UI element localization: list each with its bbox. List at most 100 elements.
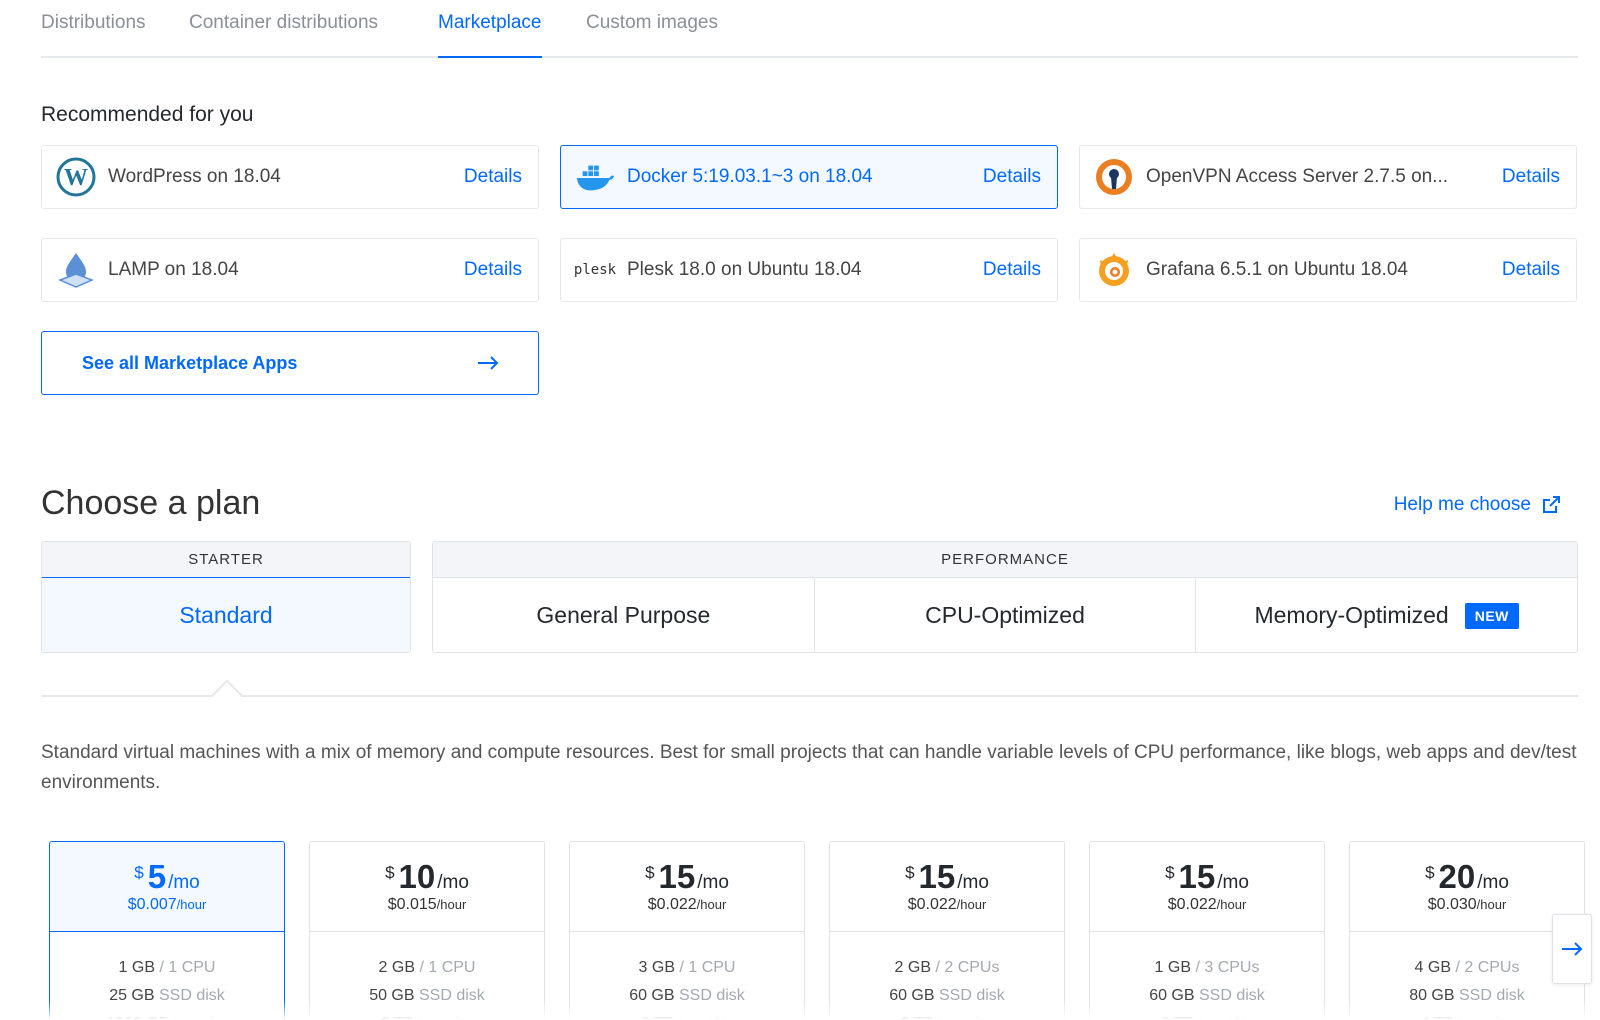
hourly-unit: /hour bbox=[1476, 897, 1507, 912]
price-period: /mo bbox=[1217, 872, 1249, 893]
app-card-openvpn[interactable]: OpenVPN Access Server 2.7.5 on... Detail… bbox=[1079, 145, 1577, 209]
price-period: /mo bbox=[437, 872, 469, 893]
app-card-lamp[interactable]: LAMP on 18.04 Details bbox=[41, 238, 539, 302]
external-link-icon bbox=[1543, 496, 1560, 513]
hourly-amount: $0.030 bbox=[1427, 896, 1477, 913]
spec-cpu: / 3 CPUs bbox=[1195, 959, 1260, 976]
next-plans-button[interactable] bbox=[1552, 914, 1592, 984]
tab-custom-images[interactable]: Custom images bbox=[586, 12, 718, 58]
currency-symbol: $ bbox=[1425, 863, 1435, 882]
monthly-price: $ 5 /mo bbox=[50, 858, 284, 896]
price-period: /mo bbox=[957, 872, 989, 893]
grafana-icon bbox=[1094, 250, 1134, 290]
price-period: /mo bbox=[697, 872, 729, 893]
spec-memory: 1 GB bbox=[1154, 959, 1191, 976]
wordpress-icon: W bbox=[56, 157, 96, 197]
help-me-choose-link[interactable]: Help me choose bbox=[1394, 494, 1561, 516]
monthly-price: $ 10 /mo bbox=[310, 858, 544, 896]
plan-cpu-optimized[interactable]: CPU-Optimized bbox=[815, 578, 1197, 652]
monthly-price: $ 15 /mo bbox=[570, 858, 804, 896]
app-name: Plesk 18.0 on Ubuntu 18.04 bbox=[627, 259, 862, 280]
image-tabs: Distributions Container distributions Ma… bbox=[41, 0, 1578, 58]
hourly-amount: $0.022 bbox=[647, 896, 697, 913]
hourly-price: $0.022/hour bbox=[830, 896, 1064, 914]
app-card-grafana[interactable]: Grafana 6.5.1 on Ubuntu 18.04 Details bbox=[1079, 238, 1577, 302]
details-link[interactable]: Details bbox=[464, 259, 522, 281]
price-header: $ 20 /mo $0.030/hour bbox=[1350, 842, 1584, 932]
price-amount: 5 bbox=[147, 858, 167, 895]
arrow-right-icon bbox=[478, 356, 499, 370]
performance-plan-group: PERFORMANCE General Purpose CPU-Optimize… bbox=[432, 541, 1578, 653]
spec-memory: 4 GB bbox=[1414, 959, 1451, 976]
price-card[interactable]: $ 15 /mo $0.022/hour 2 GB / 2 CPUs 60 GB… bbox=[829, 841, 1065, 1020]
plesk-logo-text: plesk bbox=[573, 262, 617, 278]
currency-symbol: $ bbox=[1165, 863, 1175, 882]
app-card-plesk[interactable]: plesk Plesk 18.0 on Ubuntu 18.04 Details bbox=[560, 238, 1058, 302]
hourly-price: $0.007/hour bbox=[50, 896, 284, 914]
app-name: LAMP on 18.04 bbox=[108, 259, 239, 280]
details-link[interactable]: Details bbox=[983, 166, 1041, 188]
spec-cpu: / 1 CPU bbox=[159, 959, 216, 976]
price-period: /mo bbox=[168, 872, 200, 893]
price-amount: 20 bbox=[1438, 858, 1476, 895]
price-card[interactable]: $ 10 /mo $0.015/hour 2 GB / 1 CPU 50 GB … bbox=[309, 841, 545, 1020]
tab-marketplace[interactable]: Marketplace bbox=[438, 12, 542, 58]
details-link[interactable]: Details bbox=[464, 166, 522, 188]
plesk-icon: plesk bbox=[573, 250, 617, 290]
monthly-price: $ 15 /mo bbox=[830, 858, 1064, 896]
currency-symbol: $ bbox=[905, 863, 915, 882]
spec-cpu: / 1 CPU bbox=[419, 959, 476, 976]
spec-cpu: / 2 CPUs bbox=[1455, 959, 1520, 976]
spec-memory-cpu: 1 GB / 1 CPU bbox=[50, 954, 284, 982]
starter-header: STARTER bbox=[42, 542, 410, 578]
currency-symbol: $ bbox=[134, 863, 144, 882]
details-link[interactable]: Details bbox=[1502, 259, 1560, 281]
price-card[interactable]: $ 5 /mo $0.007/hour 1 GB / 1 CPU 25 GB S… bbox=[49, 841, 285, 1020]
hourly-amount: $0.015 bbox=[387, 896, 437, 913]
spec-memory: 2 GB bbox=[894, 959, 931, 976]
price-card[interactable]: $ 15 /mo $0.022/hour 3 GB / 1 CPU 60 GB … bbox=[569, 841, 805, 1020]
price-amount: 15 bbox=[918, 858, 956, 895]
app-card-docker[interactable]: Docker 5:19.03.1~3 on 18.04 Details bbox=[560, 145, 1058, 209]
plan-standard[interactable]: Standard bbox=[42, 577, 410, 652]
tab-container-distributions[interactable]: Container distributions bbox=[189, 12, 378, 58]
monthly-price: $ 20 /mo bbox=[1350, 858, 1584, 896]
details-link[interactable]: Details bbox=[1502, 166, 1560, 188]
hourly-price: $0.015/hour bbox=[310, 896, 544, 914]
app-name: Grafana 6.5.1 on Ubuntu 18.04 bbox=[1146, 259, 1408, 280]
hourly-amount: $0.007 bbox=[127, 896, 177, 913]
hourly-price: $0.030/hour bbox=[1350, 896, 1584, 914]
price-amount: 15 bbox=[1178, 858, 1216, 895]
see-all-marketplace-button[interactable]: See all Marketplace Apps bbox=[41, 331, 539, 395]
plan-title: Choose a plan bbox=[41, 484, 261, 522]
hourly-amount: $0.022 bbox=[907, 896, 957, 913]
app-name: Docker 5:19.03.1~3 on 18.04 bbox=[627, 166, 873, 187]
plan-memory-optimized[interactable]: Memory-Optimized NEW bbox=[1196, 578, 1577, 652]
price-card[interactable]: $ 20 /mo $0.030/hour 4 GB / 2 CPUs 80 GB… bbox=[1349, 841, 1585, 1020]
svg-text:W: W bbox=[64, 165, 88, 191]
plan-description: Standard virtual machines with a mix of … bbox=[41, 742, 1577, 793]
details-link[interactable]: Details bbox=[983, 259, 1041, 281]
hourly-amount: $0.022 bbox=[1167, 896, 1217, 913]
price-header: $ 5 /mo $0.007/hour bbox=[50, 842, 284, 932]
spec-memory-cpu: 4 GB / 2 CPUs bbox=[1350, 954, 1584, 982]
spec-cpu: / 2 CPUs bbox=[935, 959, 1000, 976]
price-amount: 10 bbox=[398, 858, 436, 895]
price-header: $ 10 /mo $0.015/hour bbox=[310, 842, 544, 932]
plan-general-purpose[interactable]: General Purpose bbox=[433, 578, 815, 652]
lamp-icon bbox=[56, 250, 96, 290]
recommended-heading: Recommended for you bbox=[41, 103, 254, 126]
app-name: WordPress on 18.04 bbox=[108, 166, 281, 187]
app-card-wordpress[interactable]: W WordPress on 18.04 Details bbox=[41, 145, 539, 209]
spec-cpu: / 1 CPU bbox=[679, 959, 736, 976]
docker-icon bbox=[575, 157, 615, 197]
new-badge: NEW bbox=[1464, 602, 1519, 629]
price-card[interactable]: $ 15 /mo $0.022/hour 1 GB / 3 CPUs 60 GB… bbox=[1089, 841, 1325, 1020]
hourly-unit: /hour bbox=[1216, 897, 1247, 912]
price-amount: 15 bbox=[658, 858, 696, 895]
see-all-label: See all Marketplace Apps bbox=[82, 352, 298, 373]
tab-distributions[interactable]: Distributions bbox=[41, 12, 146, 58]
plan-divider bbox=[41, 695, 1578, 697]
selection-pointer bbox=[211, 679, 243, 711]
hourly-price: $0.022/hour bbox=[570, 896, 804, 914]
